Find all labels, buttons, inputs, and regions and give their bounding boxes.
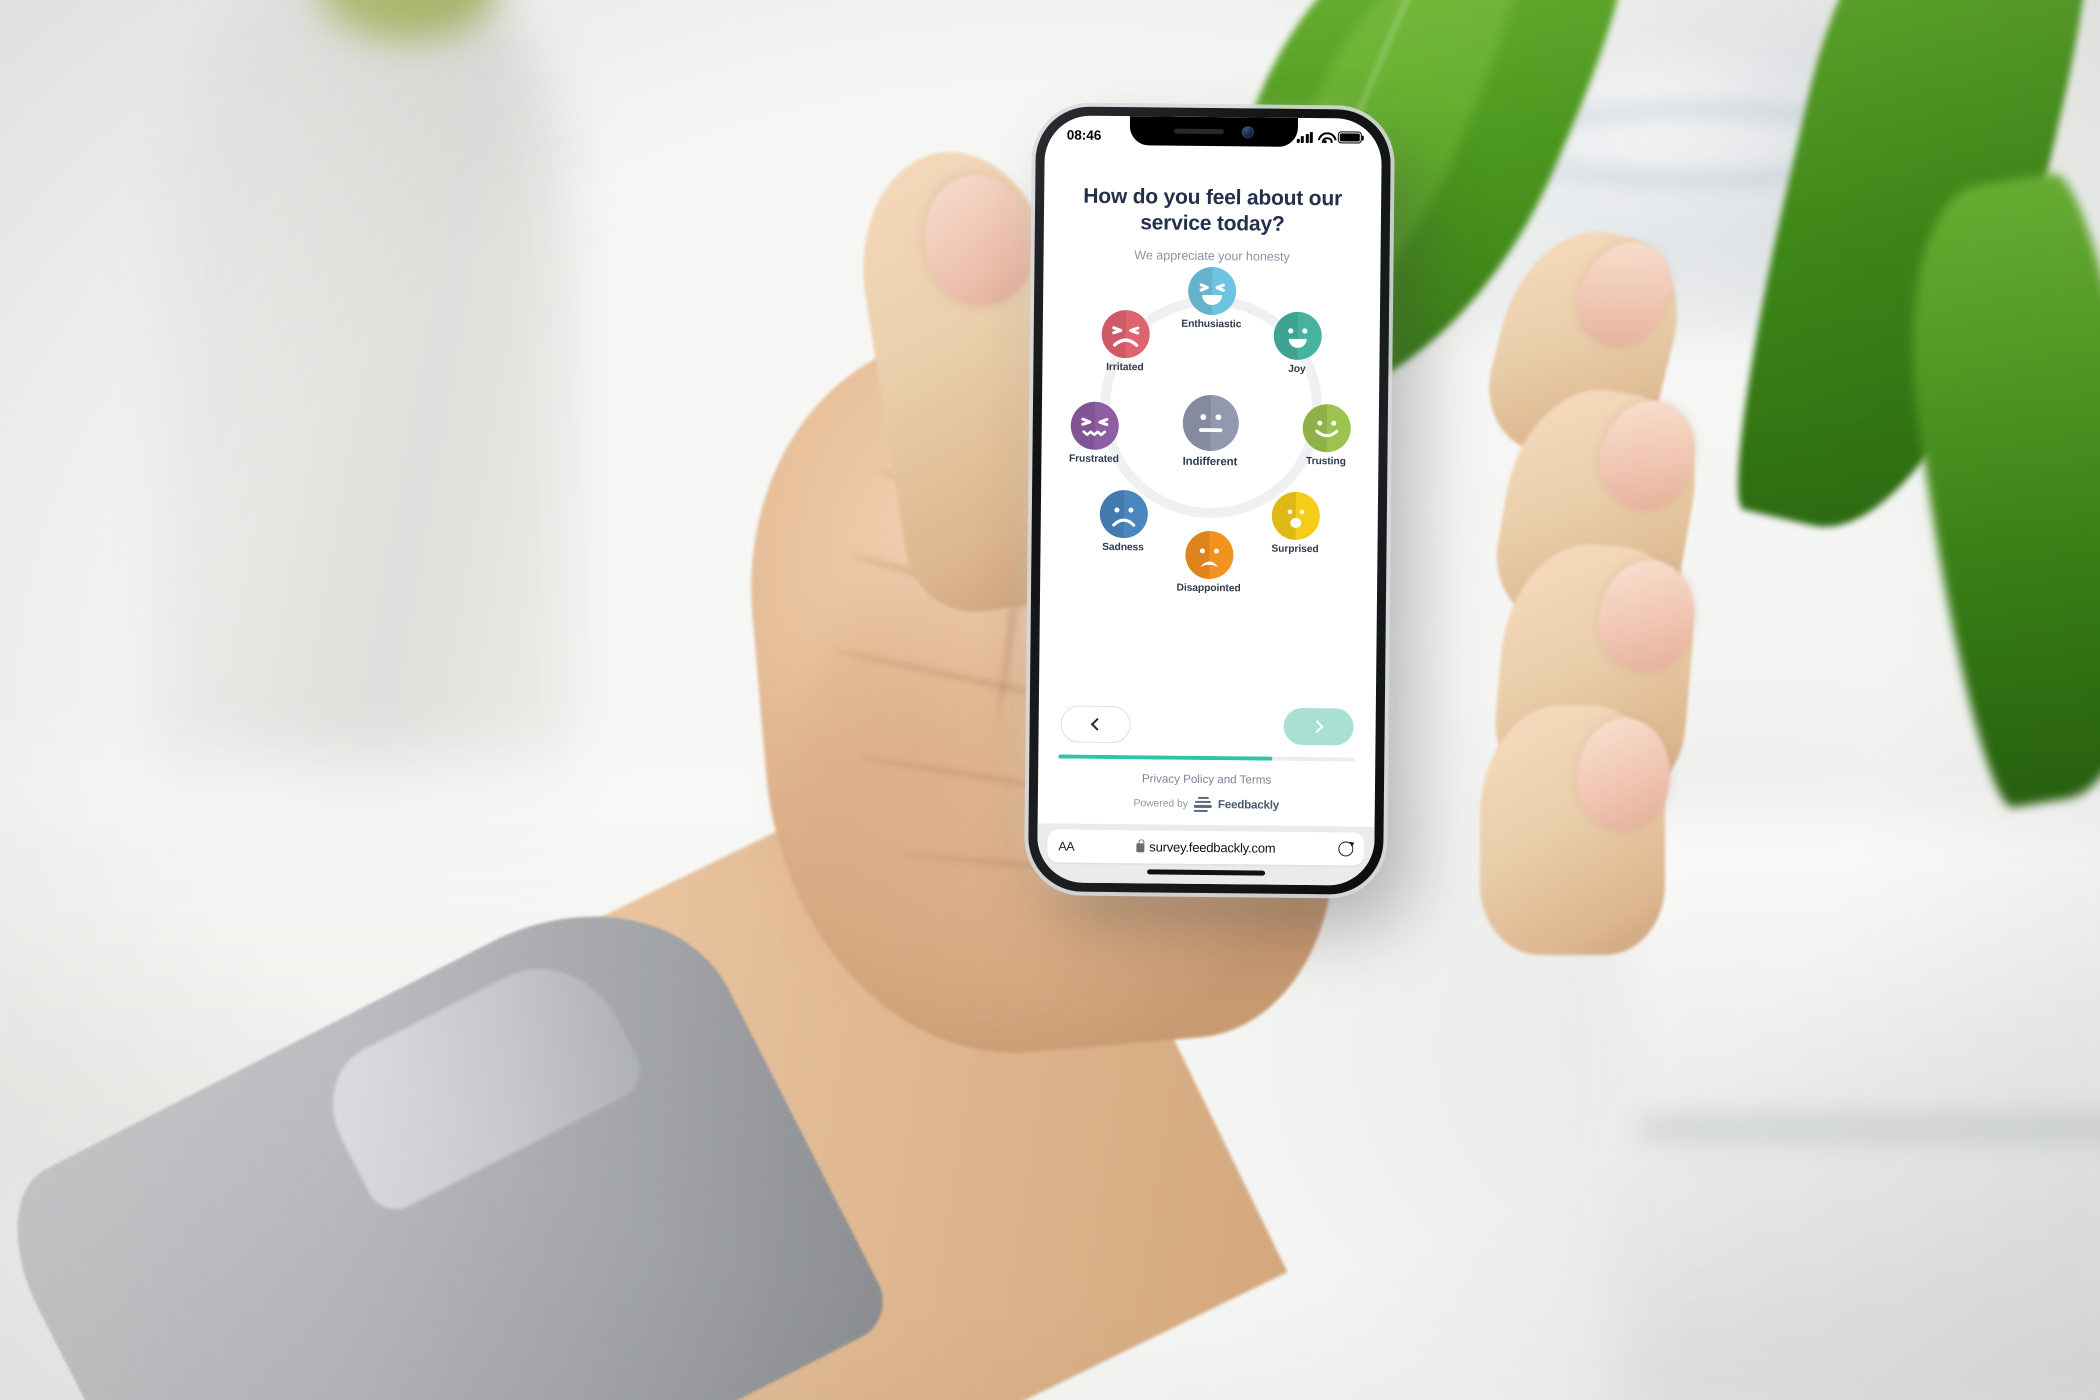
- status-bar-time: 08:46: [1066, 126, 1102, 143]
- emotion-label: Disappointed: [1176, 582, 1241, 594]
- survey-page: How do you feel about our service today?…: [1038, 149, 1382, 826]
- page-subtitle: We appreciate your honesty: [1134, 247, 1290, 264]
- emotion-label: Indifferent: [1182, 455, 1238, 468]
- cellular-signal-icon: [1296, 131, 1313, 143]
- disappointed-face-icon: [1184, 530, 1234, 579]
- back-button[interactable]: [1060, 705, 1131, 744]
- emotion-label: Enthusiastic: [1181, 318, 1242, 330]
- survey-navigation: [1054, 705, 1359, 746]
- next-button[interactable]: [1283, 707, 1354, 746]
- emotion-label: Trusting: [1305, 455, 1346, 467]
- emotion-wheel-container: Enthusiastic Joy Trusting Surprised Disa…: [1055, 266, 1365, 709]
- emotion-label: Irritated: [1106, 361, 1144, 373]
- battery-full-icon: [1337, 131, 1362, 144]
- chevron-right-icon: [1310, 720, 1324, 733]
- enthusiastic-face-icon: [1187, 266, 1236, 315]
- address-bar[interactable]: AA survey.feedbackly.com: [1047, 829, 1365, 866]
- joy-face-icon: [1272, 311, 1322, 360]
- emotion-label: Frustrated: [1068, 453, 1119, 465]
- status-bar: 08:46: [1045, 115, 1382, 153]
- emotion-label: Sadness: [1102, 541, 1144, 553]
- surface-edge-line: [1640, 1115, 2100, 1141]
- frustrated-face-icon: [1070, 401, 1119, 450]
- surprised-face-icon: [1271, 491, 1320, 540]
- sadness-face-icon: [1099, 489, 1148, 538]
- emotion-option-sadness[interactable]: Sadness: [1099, 489, 1148, 553]
- indifferent-face-icon: [1182, 394, 1239, 451]
- wifi-icon: [1318, 132, 1333, 144]
- emotion-option-frustrated[interactable]: Frustrated: [1068, 401, 1119, 465]
- emotion-wheel: Enthusiastic Joy Trusting Surprised Disa…: [1069, 266, 1351, 594]
- progress-bar: [1058, 754, 1356, 762]
- emotion-label: Joy: [1288, 363, 1306, 375]
- bottle-object: [155, 0, 575, 860]
- chevron-left-icon: [1090, 717, 1104, 731]
- url-display: survey.feedbackly.com: [1047, 838, 1364, 856]
- emotion-option-indifferent[interactable]: Indifferent: [1182, 394, 1239, 468]
- emotion-option-trusting[interactable]: Trusting: [1302, 403, 1351, 467]
- feedbackly-lines-icon: [1193, 796, 1212, 812]
- progress-bar-fill: [1058, 754, 1273, 761]
- page-title: How do you feel about our service today?: [1083, 184, 1343, 237]
- phone-screen: 08:46 How do you feel about our service …: [1036, 115, 1383, 886]
- url-text: survey.feedbackly.com: [1149, 839, 1276, 856]
- status-bar-indicators: [1296, 131, 1362, 144]
- emotion-label: Surprised: [1271, 543, 1319, 555]
- smartphone-device: 08:46 How do you feel about our service …: [1027, 106, 1392, 895]
- trusting-face-icon: [1302, 403, 1351, 452]
- padlock-icon: [1136, 842, 1145, 852]
- browser-bottom-bar: AA survey.feedbackly.com: [1036, 823, 1375, 886]
- privacy-policy-link[interactable]: Privacy Policy and Terms: [1054, 771, 1359, 787]
- emotion-option-joy[interactable]: Joy: [1272, 311, 1322, 375]
- brand-name: Feedbackly: [1217, 797, 1280, 812]
- reload-icon[interactable]: [1338, 841, 1353, 856]
- powered-by-label: Powered by: [1133, 797, 1188, 810]
- emotion-option-surprised[interactable]: Surprised: [1271, 491, 1320, 555]
- irritated-face-icon: [1100, 309, 1150, 358]
- powered-by-branding: Powered by Feedbackly: [1054, 795, 1359, 814]
- emotion-option-enthusiastic[interactable]: Enthusiastic: [1181, 266, 1241, 330]
- surface-bottom-right: [1620, 820, 2100, 1400]
- emotion-option-disappointed[interactable]: Disappointed: [1177, 530, 1241, 594]
- emotion-option-irritated[interactable]: Irritated: [1100, 309, 1150, 373]
- home-indicator[interactable]: [1146, 869, 1265, 876]
